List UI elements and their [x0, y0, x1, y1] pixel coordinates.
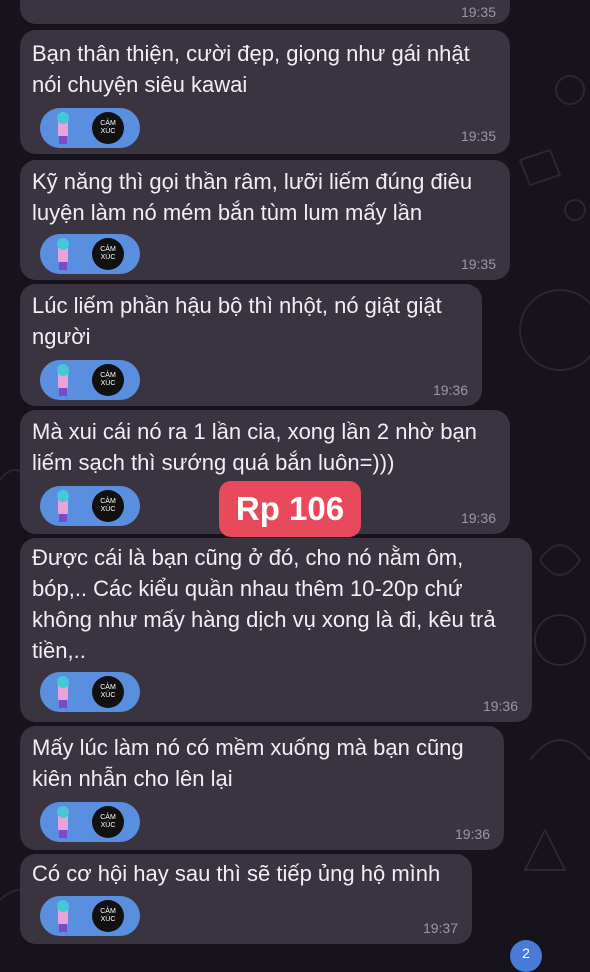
reaction-sticker-icon	[48, 362, 78, 398]
reaction-badge: CẢM XÚC	[92, 238, 124, 270]
message-bubble[interactable]: Kỹ năng thì gọi thần râm, lưỡi liếm đúng…	[20, 160, 510, 280]
message-text: Mà xui cái nó ra 1 lần cia, xong lần 2 n…	[32, 419, 477, 475]
reaction-badge: CẢM XÚC	[92, 900, 124, 932]
message-time: 19:36	[454, 826, 490, 842]
message-bubble[interactable]: 19:35	[20, 0, 510, 24]
message-bubble[interactable]: Bạn thân thiện, cười đẹp, giọng như gái …	[20, 30, 510, 154]
message-time: 19:36	[432, 382, 468, 398]
watermark-tag: Rp 106	[219, 481, 361, 537]
message-bubble[interactable]: Có cơ hội hay sau thì sẽ tiếp ủng hộ mìn…	[20, 854, 472, 944]
message-text: Được cái là bạn cũng ở đó, cho nó nằm ôm…	[32, 545, 496, 663]
reaction-badge: CẢM XÚC	[92, 364, 124, 396]
reaction-sticker-icon	[48, 110, 78, 146]
reaction-sticker-icon	[48, 674, 78, 710]
message-time: 19:35	[460, 4, 496, 20]
message-bubble[interactable]: Lúc liếm phần hậu bộ thì nhột, nó giật g…	[20, 284, 482, 406]
reaction-chip[interactable]: CẢM XÚC	[40, 896, 140, 936]
reaction-badge: CẢM XÚC	[92, 112, 124, 144]
message-time: 19:35	[460, 256, 496, 272]
message-text: Kỹ năng thì gọi thần râm, lưỡi liếm đúng…	[32, 169, 473, 225]
message-time: 19:37	[422, 920, 458, 936]
message-bubble[interactable]: Được cái là bạn cũng ở đó, cho nó nằm ôm…	[20, 538, 532, 722]
reaction-sticker-icon	[48, 898, 78, 934]
message-text: Bạn thân thiện, cười đẹp, giọng như gái …	[32, 41, 470, 97]
reaction-badge: CẢM XÚC	[92, 806, 124, 838]
reaction-badge: CẢM XÚC	[92, 490, 124, 522]
reaction-chip[interactable]: CẢM XÚC	[40, 234, 140, 274]
message-text: Mấy lúc làm nó có mềm xuống mà bạn cũng …	[32, 735, 464, 791]
reaction-badge: CẢM XÚC	[92, 676, 124, 708]
message-time: 19:36	[482, 698, 518, 714]
reaction-chip[interactable]: CẢM XÚC	[40, 108, 140, 148]
reaction-sticker-icon	[48, 804, 78, 840]
message-text: Lúc liếm phần hậu bộ thì nhột, nó giật g…	[32, 293, 442, 349]
reaction-chip[interactable]: CẢM XÚC	[40, 486, 140, 526]
reaction-sticker-icon	[48, 236, 78, 272]
reaction-chip[interactable]: CẢM XÚC	[40, 802, 140, 842]
reaction-sticker-icon	[48, 488, 78, 524]
reaction-chip[interactable]: CẢM XÚC	[40, 672, 140, 712]
unread-count-badge[interactable]: 2	[510, 940, 542, 972]
message-bubble[interactable]: Mấy lúc làm nó có mềm xuống mà bạn cũng …	[20, 726, 504, 850]
reaction-chip[interactable]: CẢM XÚC	[40, 360, 140, 400]
message-time: 19:36	[460, 510, 496, 526]
message-time: 19:35	[460, 128, 496, 144]
message-text: Có cơ hội hay sau thì sẽ tiếp ủng hộ mìn…	[32, 861, 441, 886]
